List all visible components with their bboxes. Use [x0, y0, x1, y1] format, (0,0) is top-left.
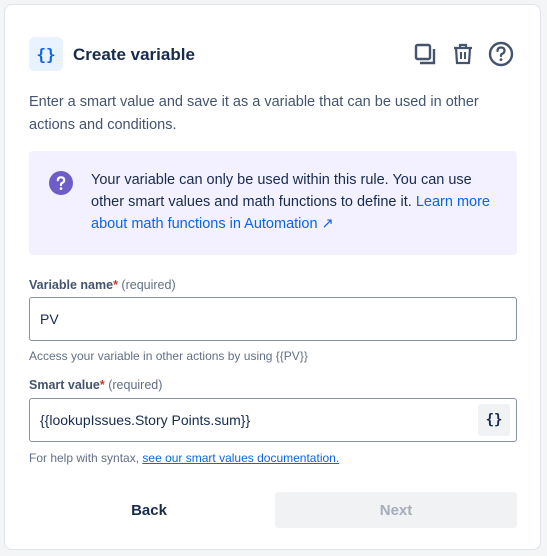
smart-value-label: Smart value* (required) — [29, 378, 162, 392]
required-text: (required) — [104, 378, 163, 392]
required-text: (required) — [117, 278, 176, 292]
variable-name-helper: Access your variable in other actions by… — [29, 349, 308, 363]
smart-values-docs-link[interactable]: see our smart values documentation. — [142, 451, 339, 465]
variable-name-label: Variable name* (required) — [29, 278, 176, 292]
insert-smart-value-button[interactable]: {} — [478, 404, 510, 436]
variable-name-value: PV — [40, 311, 59, 327]
header-actions — [410, 39, 516, 69]
smart-value-input[interactable]: {{lookupIssues.Story Points.sum}} {} — [29, 398, 517, 442]
braces-icon: {} — [29, 37, 63, 71]
create-variable-panel: {} Create variable Enter a smart value a… — [4, 4, 541, 550]
smart-value-helper: For help with syntax, see our smart valu… — [29, 451, 339, 465]
smart-value-helper-text: For help with syntax, — [29, 451, 143, 465]
variable-name-input[interactable]: PV — [29, 297, 517, 341]
smart-value-label-text: Smart value — [29, 378, 100, 392]
help-icon[interactable] — [486, 39, 516, 69]
smart-value-value: {{lookupIssues.Story Points.sum}} — [40, 412, 251, 428]
panel-description: Enter a smart value and save it as a var… — [29, 94, 479, 133]
info-body: Your variable can only be used within th… — [91, 172, 472, 210]
variable-name-label-text: Variable name — [29, 278, 114, 292]
info-text: Your variable can only be used within th… — [91, 169, 507, 235]
back-button[interactable]: Back — [29, 492, 269, 528]
trash-icon[interactable] — [448, 39, 478, 69]
question-icon — [49, 171, 73, 195]
panel-header: {} Create variable — [29, 35, 516, 79]
info-message: Your variable can only be used within th… — [29, 151, 517, 255]
next-button[interactable]: Next — [275, 492, 517, 528]
duplicate-icon[interactable] — [410, 39, 440, 69]
panel-title: Create variable — [73, 45, 195, 64]
